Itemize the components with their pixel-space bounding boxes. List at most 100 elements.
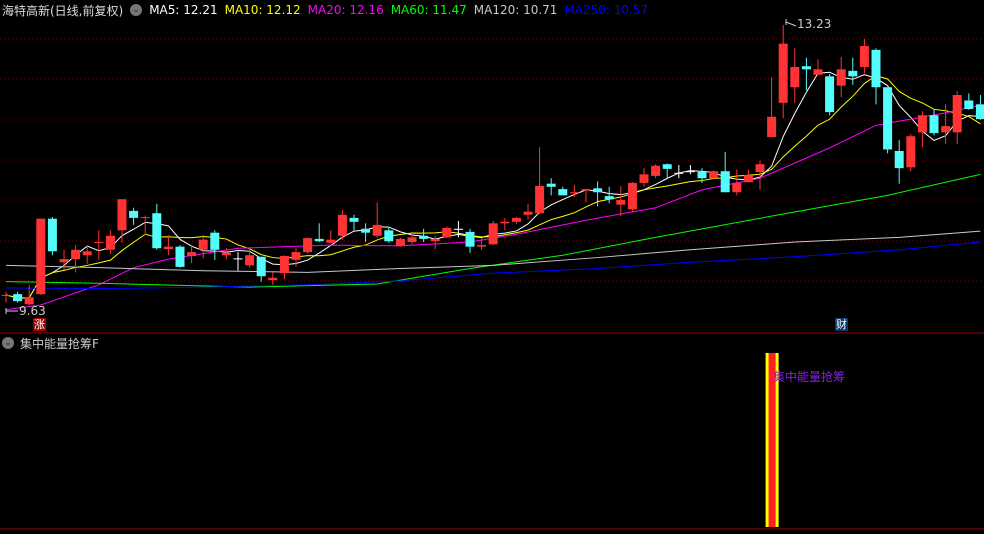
candle-body: [175, 246, 185, 267]
candle-body: [929, 115, 939, 134]
ma-line-ma5: [5, 71, 981, 299]
candle-body: [743, 175, 753, 183]
candle-body: [767, 116, 777, 138]
candle: [465, 228, 475, 253]
ma20-label: MA20: 12.16: [307, 3, 384, 17]
candle-body: [569, 192, 579, 194]
ma60-label: MA60: 11.47: [390, 3, 467, 17]
candle-body: [453, 228, 463, 230]
candle: [535, 147, 545, 215]
candle: [569, 185, 579, 197]
candle: [871, 48, 881, 105]
candle-body: [477, 245, 487, 247]
candle-body: [546, 183, 556, 187]
high-price-label: 13.23: [797, 17, 832, 31]
candle: [604, 186, 614, 204]
candle-body: [152, 213, 162, 249]
chevron-down-icon[interactable]: ⌄: [130, 4, 143, 16]
high-arrow-icon: [785, 19, 797, 27]
zhang-marker[interactable]: 涨: [33, 318, 46, 331]
chart-header: 海特高新(日线,前复权) ⌄ MA5: 12.21 MA10: 12.12 MA…: [2, 1, 655, 19]
candle-body: [511, 217, 521, 222]
candle-body: [314, 238, 324, 242]
candle: [685, 165, 695, 175]
candle: [47, 217, 57, 256]
candle: [546, 178, 556, 196]
candle: [349, 214, 359, 231]
candle: [430, 235, 440, 250]
candle-body: [500, 221, 510, 224]
cai-marker[interactable]: 财: [835, 318, 848, 331]
candle: [163, 235, 173, 256]
ma5-label: MA5: 12.21: [149, 3, 218, 17]
candle: [883, 87, 893, 154]
candle-body: [616, 200, 626, 205]
candle: [848, 57, 858, 85]
candle: [755, 160, 765, 190]
candle-body: [1, 294, 11, 296]
candle-body: [558, 189, 568, 196]
candle: [511, 217, 521, 225]
candle-body: [848, 70, 858, 77]
indicator-header: ⌄ 集中能量抢筹F: [2, 335, 99, 351]
candle: [140, 215, 150, 236]
candle-body: [801, 66, 811, 70]
candle-body: [813, 69, 823, 75]
candle: [917, 111, 927, 148]
candle-body: [825, 76, 835, 113]
chevron-down-icon[interactable]: ⌄: [2, 337, 14, 349]
candle-body: [709, 171, 719, 179]
candle-body: [465, 231, 475, 247]
candle: [256, 256, 266, 282]
candle-body: [790, 67, 800, 88]
candle-body: [535, 186, 545, 214]
candle-body: [163, 246, 173, 250]
candle-body: [47, 218, 57, 252]
candle-body: [964, 100, 974, 110]
candle-body: [917, 115, 927, 133]
candle-body: [337, 214, 347, 236]
candle-body: [198, 239, 208, 250]
candle-body: [442, 228, 452, 238]
candle-body: [941, 126, 951, 133]
candle-body: [268, 277, 278, 281]
candle: [337, 210, 347, 240]
candle-body: [233, 258, 243, 260]
candle: [616, 186, 626, 217]
candle: [36, 218, 46, 295]
candle: [314, 223, 324, 243]
candle: [384, 228, 394, 243]
candle-body: [407, 237, 417, 243]
candle-body: [883, 87, 893, 150]
candle: [279, 255, 289, 280]
candle-body: [836, 69, 846, 86]
candle-body: [651, 165, 661, 176]
candle-body: [349, 217, 359, 222]
candle-body: [639, 174, 649, 183]
candle: [651, 164, 661, 179]
candle-body: [13, 294, 23, 302]
candle: [859, 39, 869, 74]
candle: [1, 291, 11, 303]
candle-body: [523, 211, 533, 215]
candle-body: [685, 171, 695, 173]
low-price-label: 9.63: [19, 304, 46, 318]
candle-body: [697, 172, 707, 179]
candle: [639, 168, 649, 187]
candle: [442, 226, 452, 239]
candle-body: [303, 238, 313, 253]
candle-body: [778, 43, 788, 103]
candle: [558, 186, 568, 196]
ma120-label: MA120: 10.71: [473, 3, 558, 17]
candle-body: [627, 182, 637, 210]
candle-body: [187, 252, 197, 257]
candle: [952, 91, 962, 145]
candle: [198, 235, 208, 259]
candle: [233, 252, 243, 271]
signal-label: 集中能量抢筹: [773, 370, 846, 384]
candle: [268, 272, 278, 285]
candle-body: [117, 199, 127, 231]
candle: [303, 237, 313, 254]
candle: [593, 181, 603, 207]
candle-body: [71, 249, 81, 260]
